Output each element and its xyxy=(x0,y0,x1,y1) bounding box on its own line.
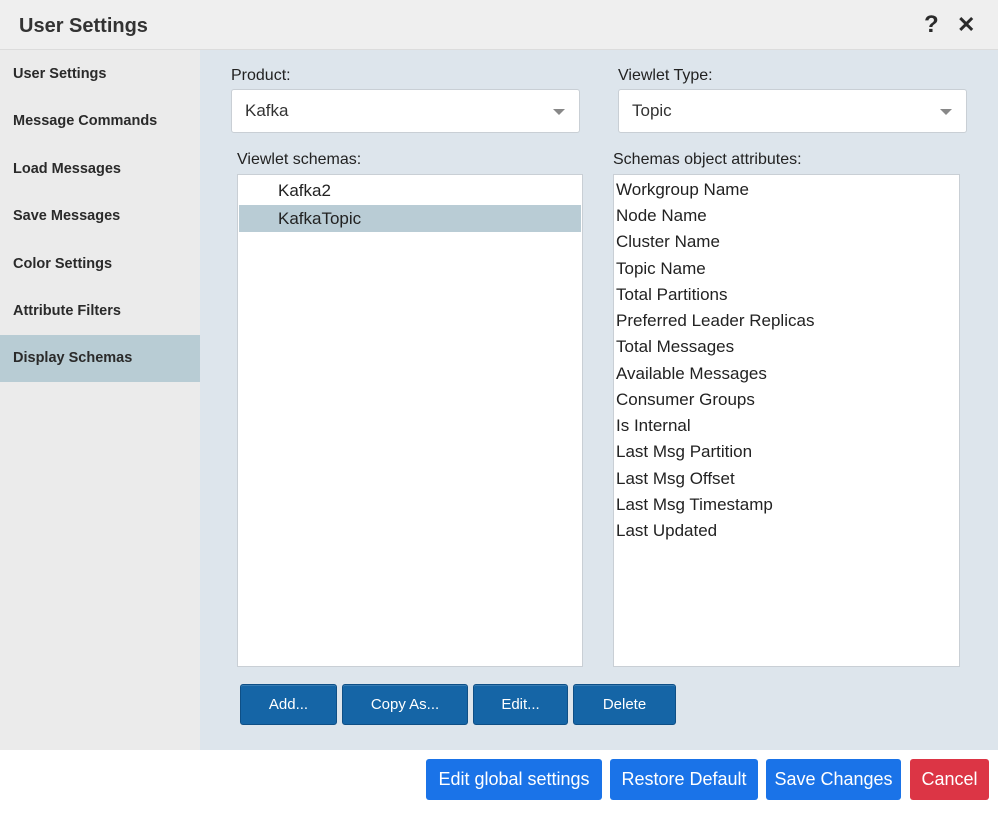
viewlet-type-select[interactable]: Topic xyxy=(618,89,967,133)
edit-schema-button[interactable]: Edit... xyxy=(473,684,568,725)
list-item[interactable]: Consumer Groups xyxy=(616,387,755,413)
list-item[interactable]: Kafka2 xyxy=(239,177,581,204)
display-schemas-panel: Product: Kafka Viewlet Type: Topic Viewl… xyxy=(200,50,998,750)
cancel-button[interactable]: Cancel xyxy=(910,759,989,800)
sidebar-item-message-commands[interactable]: Message Commands xyxy=(0,98,200,145)
sidebar-item-save-messages[interactable]: Save Messages xyxy=(0,193,200,240)
list-item[interactable]: KafkaTopic xyxy=(239,205,581,232)
dialog-title: User Settings xyxy=(19,15,148,37)
chevron-down-icon xyxy=(940,109,952,115)
list-item[interactable]: Total Partitions xyxy=(616,282,728,308)
dialog-titlebar: User Settings ? ✕ xyxy=(0,0,998,50)
save-changes-button[interactable]: Save Changes xyxy=(766,759,901,800)
chevron-down-icon xyxy=(553,109,565,115)
help-icon[interactable]: ? xyxy=(924,11,939,39)
product-select-value: Kafka xyxy=(245,101,289,120)
list-item[interactable]: Available Messages xyxy=(616,361,767,387)
sidebar-item-load-messages[interactable]: Load Messages xyxy=(0,146,200,193)
viewlet-schemas-list[interactable]: Kafka2 KafkaTopic xyxy=(237,174,583,667)
sidebar-item-display-schemas[interactable]: Display Schemas xyxy=(0,335,200,382)
list-item[interactable]: Total Messages xyxy=(616,334,734,360)
close-icon[interactable]: ✕ xyxy=(957,12,975,38)
schema-attributes-label: Schemas object attributes: xyxy=(613,151,802,168)
list-item[interactable]: Topic Name xyxy=(616,256,706,282)
restore-default-button[interactable]: Restore Default xyxy=(610,759,758,800)
viewlet-type-label: Viewlet Type: xyxy=(618,67,713,84)
sidebar-item-attribute-filters[interactable]: Attribute Filters xyxy=(0,288,200,335)
list-item[interactable]: Is Internal xyxy=(616,413,691,439)
edit-global-settings-button[interactable]: Edit global settings xyxy=(426,759,602,800)
product-label: Product: xyxy=(231,67,291,84)
sidebar-item-user-settings[interactable]: User Settings xyxy=(0,51,200,98)
list-item[interactable]: Cluster Name xyxy=(616,229,720,255)
product-select[interactable]: Kafka xyxy=(231,89,580,133)
viewlet-schemas-label: Viewlet schemas: xyxy=(237,151,362,168)
sidebar-item-color-settings[interactable]: Color Settings xyxy=(0,241,200,288)
list-item[interactable]: Node Name xyxy=(616,203,707,229)
add-schema-button[interactable]: Add... xyxy=(240,684,337,725)
list-item[interactable]: Last Msg Offset xyxy=(616,466,735,492)
viewlet-type-select-value: Topic xyxy=(632,101,672,120)
list-item[interactable]: Last Msg Partition xyxy=(616,439,752,465)
settings-sidebar: User Settings Message Commands Load Mess… xyxy=(0,50,200,750)
schema-attributes-list[interactable]: Workgroup Name Node Name Cluster Name To… xyxy=(613,174,960,667)
list-item[interactable]: Last Updated xyxy=(616,518,717,544)
list-item[interactable]: Workgroup Name xyxy=(616,177,749,203)
list-item[interactable]: Preferred Leader Replicas xyxy=(616,308,814,334)
list-item[interactable]: Last Msg Timestamp xyxy=(616,492,773,518)
copy-as-button[interactable]: Copy As... xyxy=(342,684,468,725)
delete-schema-button[interactable]: Delete xyxy=(573,684,676,725)
